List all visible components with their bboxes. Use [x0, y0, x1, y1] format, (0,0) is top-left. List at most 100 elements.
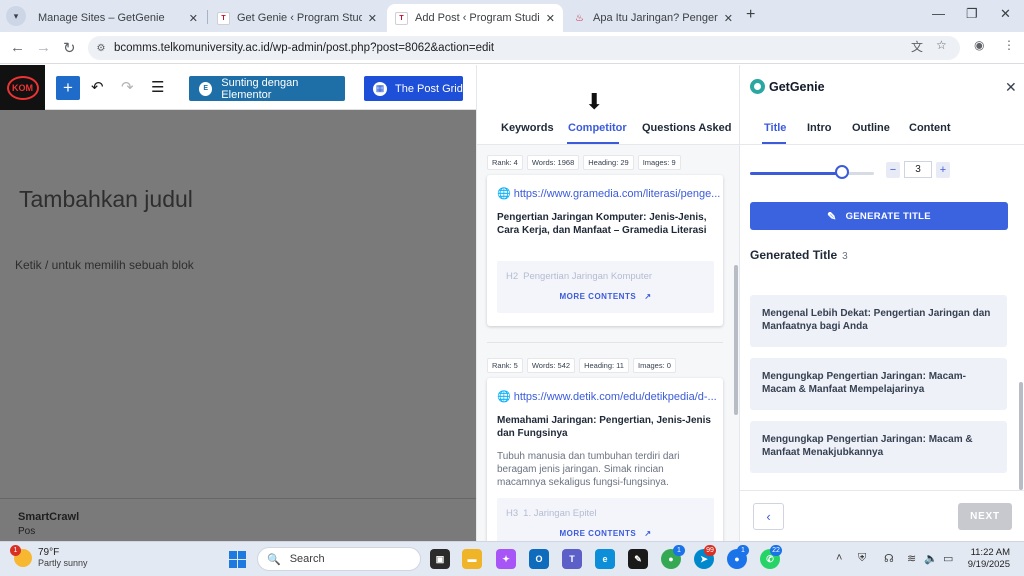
close-panel-icon[interactable]: ✕ — [1005, 79, 1017, 96]
getgenie-logo: GetGenie — [750, 79, 825, 94]
heading-tag: H2 — [506, 271, 519, 282]
next-button[interactable]: NEXT — [958, 503, 1012, 530]
notepad-icon[interactable]: ✎ — [628, 549, 648, 569]
elementor-icon: E — [199, 81, 213, 96]
edit-with-elementor-button[interactable]: E Sunting dengan Elementor — [189, 76, 345, 101]
heading-line: H2 Pengertian Jaringan Komputer — [506, 271, 652, 282]
bookmark-star-icon[interactable]: ☆ — [936, 38, 947, 52]
address-bar[interactable]: ⚙ bcomms.telkomuniversity.ac.id/wp-admin… — [88, 36, 960, 60]
genie-scrollbar[interactable] — [1019, 382, 1023, 490]
battery-icon[interactable]: ▭ — [943, 552, 953, 565]
tab-questions-asked[interactable]: Questions Asked — [642, 122, 731, 134]
tab-title[interactable]: Title — [764, 122, 786, 134]
block-placeholder[interactable]: Ketik / untuk memilih sebuah blok — [15, 258, 194, 272]
post-title-input[interactable]: Tambahkan judul — [19, 186, 193, 213]
tab-title: Manage Sites – GetGenie — [38, 12, 165, 24]
meta-subtitle: Pos — [18, 526, 36, 537]
site-logo[interactable]: KOM — [0, 65, 45, 110]
count-input[interactable]: 3 — [904, 161, 932, 178]
copilot-icon[interactable]: ✦ — [496, 549, 516, 569]
generated-title-item[interactable]: Mengungkap Pengertian Jaringan: Macam-Ma… — [750, 358, 1007, 410]
tab-apa-itu-jaringan[interactable]: ♨ Apa Itu Jaringan? Pengertian, Je ✕ — [565, 4, 741, 32]
new-tab-icon[interactable]: + — [746, 6, 755, 24]
tab-content[interactable]: Content — [909, 122, 951, 134]
post-grid-button[interactable]: ▦ The Post Grid — [364, 76, 463, 101]
creativity-slider[interactable] — [750, 172, 874, 175]
post-grid-label: The Post Grid — [395, 82, 463, 95]
globe-icon: 🌐 — [497, 188, 511, 200]
competitor-title: Memahami Jaringan: Pengertian, Jenis-Jen… — [497, 415, 711, 439]
clock-time: 11:22 AM — [970, 547, 1010, 558]
clock[interactable]: 11:22 AM 9/19/2025 — [966, 547, 1010, 571]
more-contents-label: MORE CONTENTS — [559, 529, 637, 538]
tab-get-genie[interactable]: T Get Genie ‹ Program Studi Ilmu K ✕ — [209, 4, 385, 32]
decrement-button[interactable]: − — [886, 161, 900, 178]
tab-manage-sites[interactable]: ❖ Manage Sites – GetGenie ✕ — [30, 4, 782, 83]
competitor-link[interactable]: 🌐 https://www.detik.com/edu/detikpedia/d… — [497, 390, 717, 404]
teams-icon[interactable]: T — [562, 549, 582, 569]
tab-add-post[interactable]: T Add Post ‹ Program Studi Ilmu K ✕ — [387, 4, 563, 32]
site-info-icon[interactable]: ⚙ — [88, 43, 114, 54]
wifi-icon[interactable]: ≋ — [907, 552, 916, 565]
generated-title-item[interactable]: Mengungkap Pengertian Jaringan: Macam & … — [750, 421, 1007, 473]
competitor-link[interactable]: 🌐 https://www.gramedia.com/literasi/peng… — [497, 187, 720, 201]
file-explorer-icon[interactable]: ▬ — [462, 549, 482, 569]
windows-start-icon[interactable] — [229, 551, 246, 568]
heading-tag: H3 — [506, 508, 519, 519]
edge-icon[interactable]: e — [595, 549, 615, 569]
more-contents-button[interactable]: MORE CONTENTS ↗ — [497, 529, 714, 538]
getgenie-panel: GetGenie ✕ Title Intro Outline Content −… — [739, 65, 1024, 541]
redo-icon[interactable]: ↷ — [121, 78, 134, 96]
headset-icon[interactable]: ☊ — [884, 552, 894, 565]
volume-icon[interactable]: 🔈 — [924, 552, 938, 565]
minimize-icon[interactable]: — — [932, 6, 945, 21]
close-icon[interactable]: ✕ — [189, 12, 198, 25]
words-stat: Words: 542 — [526, 358, 576, 373]
tab-competitor[interactable]: Competitor — [568, 122, 627, 134]
window-close-icon[interactable]: ✕ — [1000, 6, 1011, 22]
generated-title-item[interactable]: Mengenal Lebih Dekat: Pengertian Jaringa… — [750, 295, 1007, 347]
close-icon[interactable]: ✕ — [724, 12, 733, 25]
competitor-description: Tubuh manusia dan tumbuhan terdiri dari … — [497, 451, 680, 488]
document-overview-icon[interactable]: ☰ — [151, 78, 164, 96]
back-button[interactable]: ‹ — [753, 503, 784, 530]
weather-widget[interactable]: 1 79°F Partly sunny — [10, 545, 88, 569]
news-icon: ♨ — [575, 12, 584, 24]
slider-handle[interactable] — [834, 165, 849, 179]
meta-box: SmartCrawl Pos — [0, 498, 476, 541]
tab-outline[interactable]: Outline — [852, 122, 890, 134]
back-icon[interactable]: ← — [10, 39, 25, 56]
close-icon[interactable]: ✕ — [368, 12, 377, 25]
close-icon[interactable]: ✕ — [546, 12, 555, 25]
more-contents-button[interactable]: MORE CONTENTS ↗ — [497, 292, 714, 301]
taskbar-search[interactable]: 🔍 Search — [257, 547, 421, 571]
profile-icon[interactable]: ◉ — [974, 38, 984, 52]
translate-icon[interactable]: 文 — [911, 38, 923, 55]
genie-header: GetGenie ✕ — [740, 65, 1024, 110]
forward-icon[interactable]: → — [36, 39, 51, 56]
weather-badge: 1 — [10, 545, 21, 556]
meta-title: SmartCrawl — [18, 511, 80, 523]
more-menu-icon[interactable]: ⋮ — [1003, 38, 1015, 52]
generate-title-button[interactable]: ✎ GENERATE TITLE — [750, 202, 1008, 230]
heading-text: 1. Jaringan Epitel — [523, 508, 597, 519]
weather-sun-icon: 1 — [10, 545, 32, 567]
competitor-scrollbar[interactable] — [734, 265, 738, 415]
active-tab-indicator — [567, 142, 619, 144]
chevron-up-icon[interactable]: ˄ — [836, 552, 842, 564]
tab-intro[interactable]: Intro — [807, 122, 831, 134]
tab-keywords[interactable]: Keywords — [501, 122, 554, 134]
undo-icon[interactable]: ↶ — [91, 78, 104, 96]
outlook-icon[interactable]: O — [529, 549, 549, 569]
defender-icon[interactable]: ⛨ — [858, 552, 866, 565]
add-block-button[interactable]: + — [56, 76, 80, 100]
tab-search-icon[interactable]: ▾ — [6, 6, 26, 26]
generated-heading-text: Generated Title — [750, 248, 838, 262]
restore-icon[interactable]: ❐ — [966, 6, 978, 22]
clock-date: 9/19/2025 — [967, 559, 1010, 570]
grid-icon: ▦ — [373, 81, 387, 96]
task-view-icon[interactable]: ▣ — [430, 549, 450, 569]
reload-icon[interactable]: ↻ — [63, 39, 76, 57]
competitor-panel: ⬇ Keywords Competitor Questions Asked Ra… — [476, 65, 739, 541]
increment-button[interactable]: + — [936, 161, 950, 178]
